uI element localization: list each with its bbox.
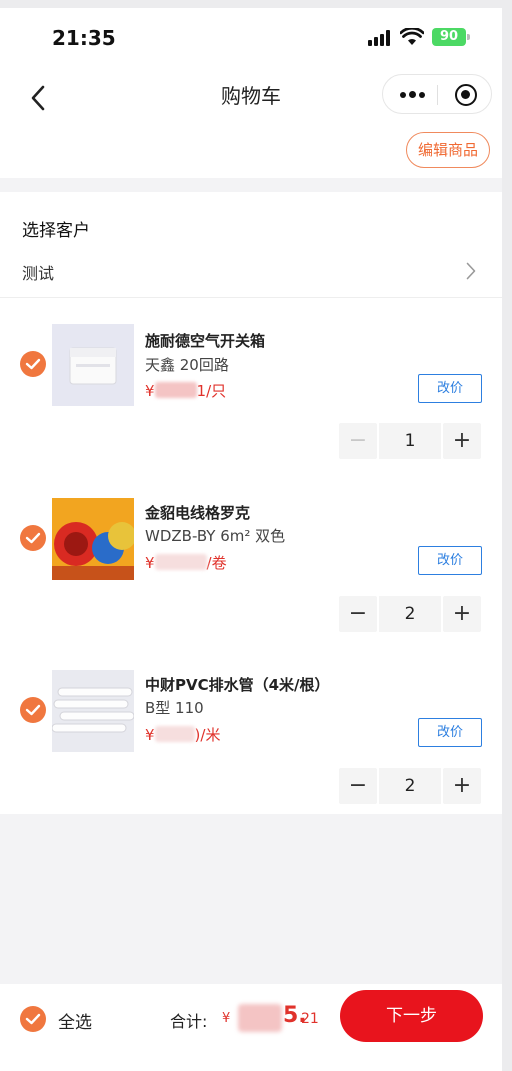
signal-icon — [368, 30, 392, 46]
reprice-button[interactable]: 改价 — [418, 718, 482, 747]
cart-item: 施耐德空气开关箱 天鑫 20回路 ¥1/只 改价 − 1 + — [0, 298, 502, 470]
select-all-checkbox[interactable] — [20, 1006, 46, 1032]
quantity-stepper: − 1 + — [339, 423, 481, 459]
price-mask — [154, 726, 195, 742]
product-spec: B型 110 — [145, 699, 204, 717]
product-price: ¥/卷 — [145, 554, 227, 572]
product-name: 施耐德空气开关箱 — [145, 332, 266, 350]
wifi-icon — [400, 28, 424, 45]
quantity-stepper: − 2 + — [339, 768, 481, 804]
quantity-input[interactable]: 1 — [379, 423, 441, 459]
total-mask — [238, 1004, 282, 1032]
total-amount-decimal: 21 — [301, 1011, 319, 1027]
next-step-button[interactable]: 下一步 — [340, 990, 483, 1042]
item-checkbox[interactable] — [20, 525, 46, 551]
product-price: ¥1/只 — [145, 382, 227, 400]
increase-button[interactable]: + — [443, 423, 481, 459]
status-bar: 21:35 90 — [0, 8, 502, 60]
quantity-stepper: − 2 + — [339, 596, 481, 632]
miniprogram-capsule — [382, 74, 492, 114]
checkout-bar: 全选 合计: ¥ 5. 21 下一步 — [0, 984, 502, 1071]
decrease-button[interactable]: − — [339, 768, 377, 804]
decrease-button[interactable]: − — [339, 596, 377, 632]
reprice-button[interactable]: 改价 — [418, 546, 482, 575]
close-target-icon[interactable] — [455, 84, 477, 106]
total-currency: ¥ — [222, 1011, 231, 1026]
product-name: 中财PVC排水管（4米/根） — [145, 676, 330, 694]
customer-name: 测试 — [22, 264, 55, 283]
product-image — [52, 324, 134, 406]
more-icon[interactable] — [397, 85, 427, 105]
select-all-label[interactable]: 全选 — [58, 1008, 92, 1033]
customer-section-title: 选择客户 — [22, 221, 90, 241]
chevron-right-icon — [466, 262, 476, 280]
frame-top — [0, 0, 512, 8]
cart-list: 施耐德空气开关箱 天鑫 20回路 ¥1/只 改价 − 1 + 金貂电线格罗克 W… — [0, 298, 502, 814]
product-price: ¥)/米 — [145, 726, 221, 744]
cart-item: 中财PVC排水管（4米/根） B型 110 ¥)/米 改价 − 2 + — [0, 642, 502, 814]
reprice-button[interactable]: 改价 — [418, 374, 482, 403]
customer-section: 选择客户 测试 — [0, 192, 502, 298]
decrease-button[interactable]: − — [339, 423, 377, 459]
product-spec: 天鑫 20回路 — [145, 356, 229, 374]
edit-items-button[interactable]: 编辑商品 — [406, 132, 490, 168]
quantity-input[interactable]: 2 — [379, 768, 441, 804]
total-label: 合计: — [170, 1012, 208, 1031]
product-spec: WDZB-BY 6m² 双色 — [145, 527, 286, 545]
quantity-input[interactable]: 2 — [379, 596, 441, 632]
product-image — [52, 498, 134, 580]
increase-button[interactable]: + — [443, 768, 481, 804]
item-checkbox[interactable] — [20, 697, 46, 723]
battery-icon: 90 — [432, 28, 470, 46]
status-time: 21:35 — [52, 26, 116, 50]
customer-selector[interactable]: 测试 — [0, 252, 502, 292]
cart-item: 金貂电线格罗克 WDZB-BY 6m² 双色 ¥/卷 改价 − 2 + — [0, 470, 502, 642]
price-mask — [154, 382, 197, 398]
increase-button[interactable]: + — [443, 596, 481, 632]
item-checkbox[interactable] — [20, 351, 46, 377]
product-name: 金貂电线格罗克 — [145, 504, 251, 522]
nav-bar: 购物车 编辑商品 — [0, 60, 502, 178]
capsule-divider — [437, 85, 438, 105]
product-image — [52, 670, 134, 752]
price-mask — [154, 554, 207, 570]
frame-right — [502, 0, 512, 1071]
